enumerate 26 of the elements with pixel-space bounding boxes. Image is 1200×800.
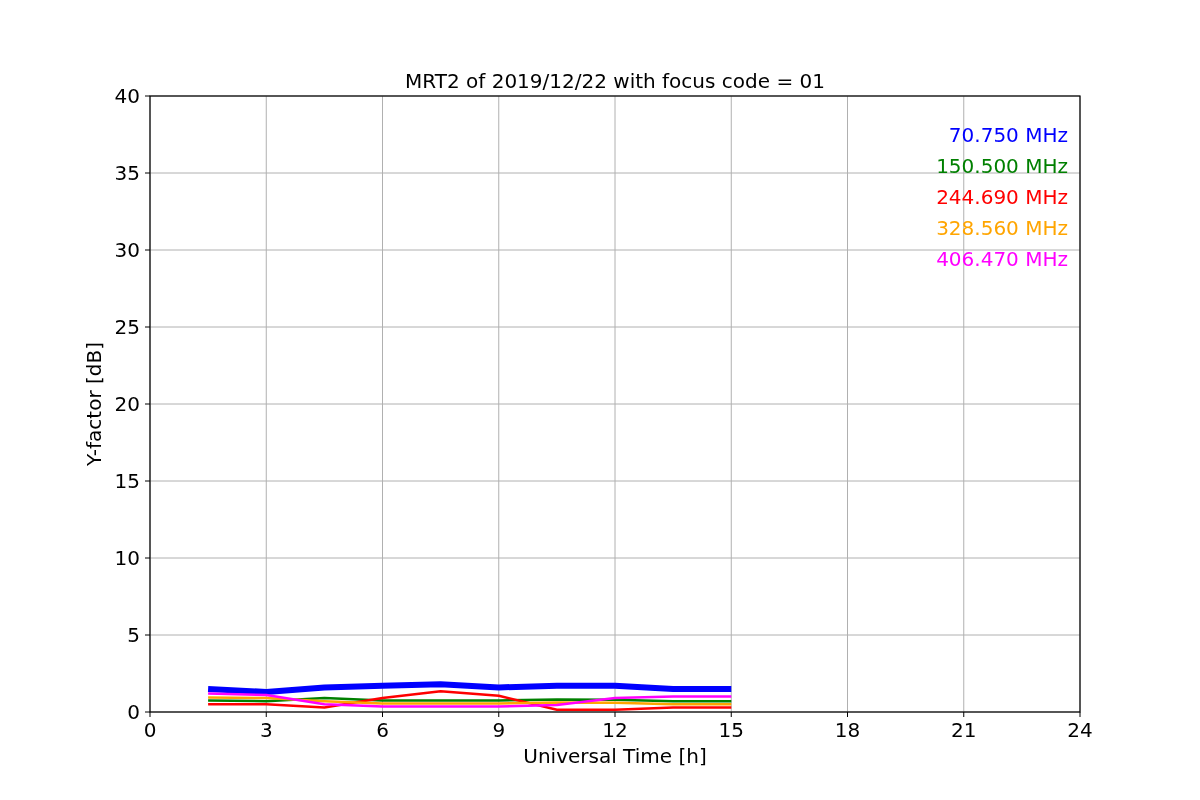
- tick-label: 12: [602, 718, 628, 742]
- tick-label: 20: [114, 392, 140, 416]
- tick-label: 15: [114, 469, 140, 493]
- x-axis-label: Universal Time [h]: [523, 744, 707, 768]
- tick-label: 24: [1067, 718, 1093, 742]
- tick-label: 10: [114, 546, 140, 570]
- tick-label: 5: [127, 623, 140, 647]
- tick-label: 40: [114, 84, 140, 108]
- tick-label: 6: [376, 718, 389, 742]
- tick-label: 9: [492, 718, 506, 742]
- y-axis-label: Y-factor [dB]: [82, 342, 106, 466]
- tick-label: 3: [259, 718, 273, 742]
- chart-title: MRT2 of 2019/12/22 with focus code = 01: [405, 69, 825, 93]
- legend-label: 150.500 MHz: [936, 154, 1068, 178]
- legend-label: 328.560 MHz: [936, 216, 1068, 240]
- legend-label: 70.750 MHz: [948, 123, 1068, 147]
- tick-label: 0: [143, 718, 157, 742]
- tick-label: 15: [718, 718, 744, 742]
- legend-label: 406.470 MHz: [936, 247, 1068, 271]
- legend-label: 244.690 MHz: [936, 185, 1068, 209]
- tick-label: 21: [951, 718, 977, 742]
- tick-label: 35: [114, 161, 140, 185]
- tick-label: 18: [834, 718, 861, 742]
- tick-label: 25: [114, 315, 140, 339]
- tick-label: 30: [114, 238, 140, 262]
- tick-label: 0: [127, 700, 140, 724]
